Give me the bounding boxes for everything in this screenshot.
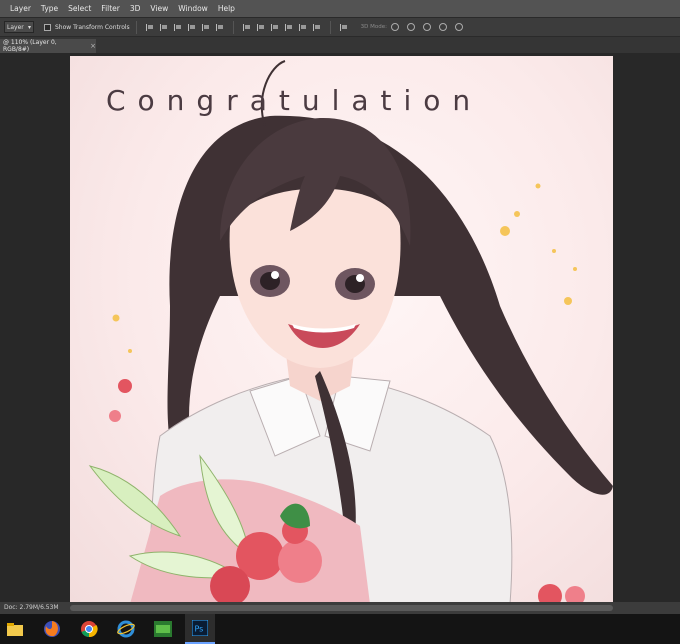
chevron-down-icon: ▾ xyxy=(27,23,31,31)
menu-window[interactable]: Window xyxy=(178,4,208,13)
file-explorer-icon[interactable] xyxy=(0,614,30,644)
windows-taskbar: Ps xyxy=(0,614,680,644)
divider xyxy=(135,20,137,34)
photoshop-icon[interactable]: Ps xyxy=(185,614,215,644)
distribute-vertical-center-icon[interactable] xyxy=(256,23,265,31)
document-info[interactable]: Doc: 2.79M/6.53M xyxy=(4,604,59,611)
ie-icon[interactable] xyxy=(111,614,141,644)
firefox-icon[interactable] xyxy=(37,614,67,644)
distribute-bottom-icon[interactable] xyxy=(270,23,279,31)
3d-roll-icon[interactable] xyxy=(407,23,415,31)
sims-icon[interactable] xyxy=(148,614,178,644)
3d-mode-label: 3D Mode: xyxy=(360,24,387,30)
distribute-top-icon[interactable] xyxy=(242,23,251,31)
align-horizontal-center-icon[interactable] xyxy=(201,23,210,31)
show-transform-checkbox[interactable] xyxy=(44,23,51,31)
menu-select[interactable]: Select xyxy=(68,4,91,13)
3d-rotate-icon[interactable] xyxy=(391,23,399,31)
auto-select-value: Layer xyxy=(7,23,24,31)
document-tab-title: @ 110% (Layer 0, RGB/8#) xyxy=(3,39,57,53)
align-right-icon[interactable] xyxy=(215,23,224,31)
menu-3d[interactable]: 3D xyxy=(130,4,141,13)
show-transform-label: Show Transform Controls xyxy=(55,23,130,31)
align-vertical-center-icon[interactable] xyxy=(159,23,168,31)
close-icon[interactable]: × xyxy=(90,42,96,50)
auto-align-icon[interactable] xyxy=(339,23,348,31)
align-bottom-icon[interactable] xyxy=(173,23,182,31)
svg-text:Ps: Ps xyxy=(195,625,204,634)
align-left-icon[interactable] xyxy=(187,23,196,31)
auto-select-dropdown[interactable]: Layer ▾ xyxy=(4,21,34,33)
document-tab-bar: @ 110% (Layer 0, RGB/8#) × xyxy=(0,37,680,53)
document-canvas[interactable]: Congratulation xyxy=(70,56,613,604)
options-bar: Layer ▾ Show Transform Controls 3D Mode: xyxy=(0,17,680,37)
divider xyxy=(329,20,331,34)
menu-layer[interactable]: Layer xyxy=(10,4,31,13)
document-tab[interactable]: @ 110% (Layer 0, RGB/8#) × xyxy=(0,39,96,53)
canvas-title-text: Congratulation xyxy=(106,84,483,117)
distribute-left-icon[interactable] xyxy=(284,23,293,31)
distribute-right-icon[interactable] xyxy=(312,23,321,31)
menu-filter[interactable]: Filter xyxy=(101,4,120,13)
status-bar: Doc: 2.79M/6.53M xyxy=(0,602,680,614)
horizontal-scrollbar[interactable] xyxy=(70,605,613,611)
menu-type[interactable]: Type xyxy=(41,4,58,13)
3d-pan-icon[interactable] xyxy=(423,23,431,31)
3d-scale-icon[interactable] xyxy=(455,23,463,31)
3d-slide-icon[interactable] xyxy=(439,23,447,31)
divider xyxy=(232,20,234,34)
menu-help[interactable]: Help xyxy=(218,4,235,13)
menu-bar: Layer Type Select Filter 3D View Window … xyxy=(0,0,680,17)
align-top-icon[interactable] xyxy=(145,23,154,31)
chrome-icon[interactable] xyxy=(74,614,104,644)
distribute-horizontal-center-icon[interactable] xyxy=(298,23,307,31)
illustration-artwork xyxy=(88,60,613,604)
menu-view[interactable]: View xyxy=(150,4,168,13)
